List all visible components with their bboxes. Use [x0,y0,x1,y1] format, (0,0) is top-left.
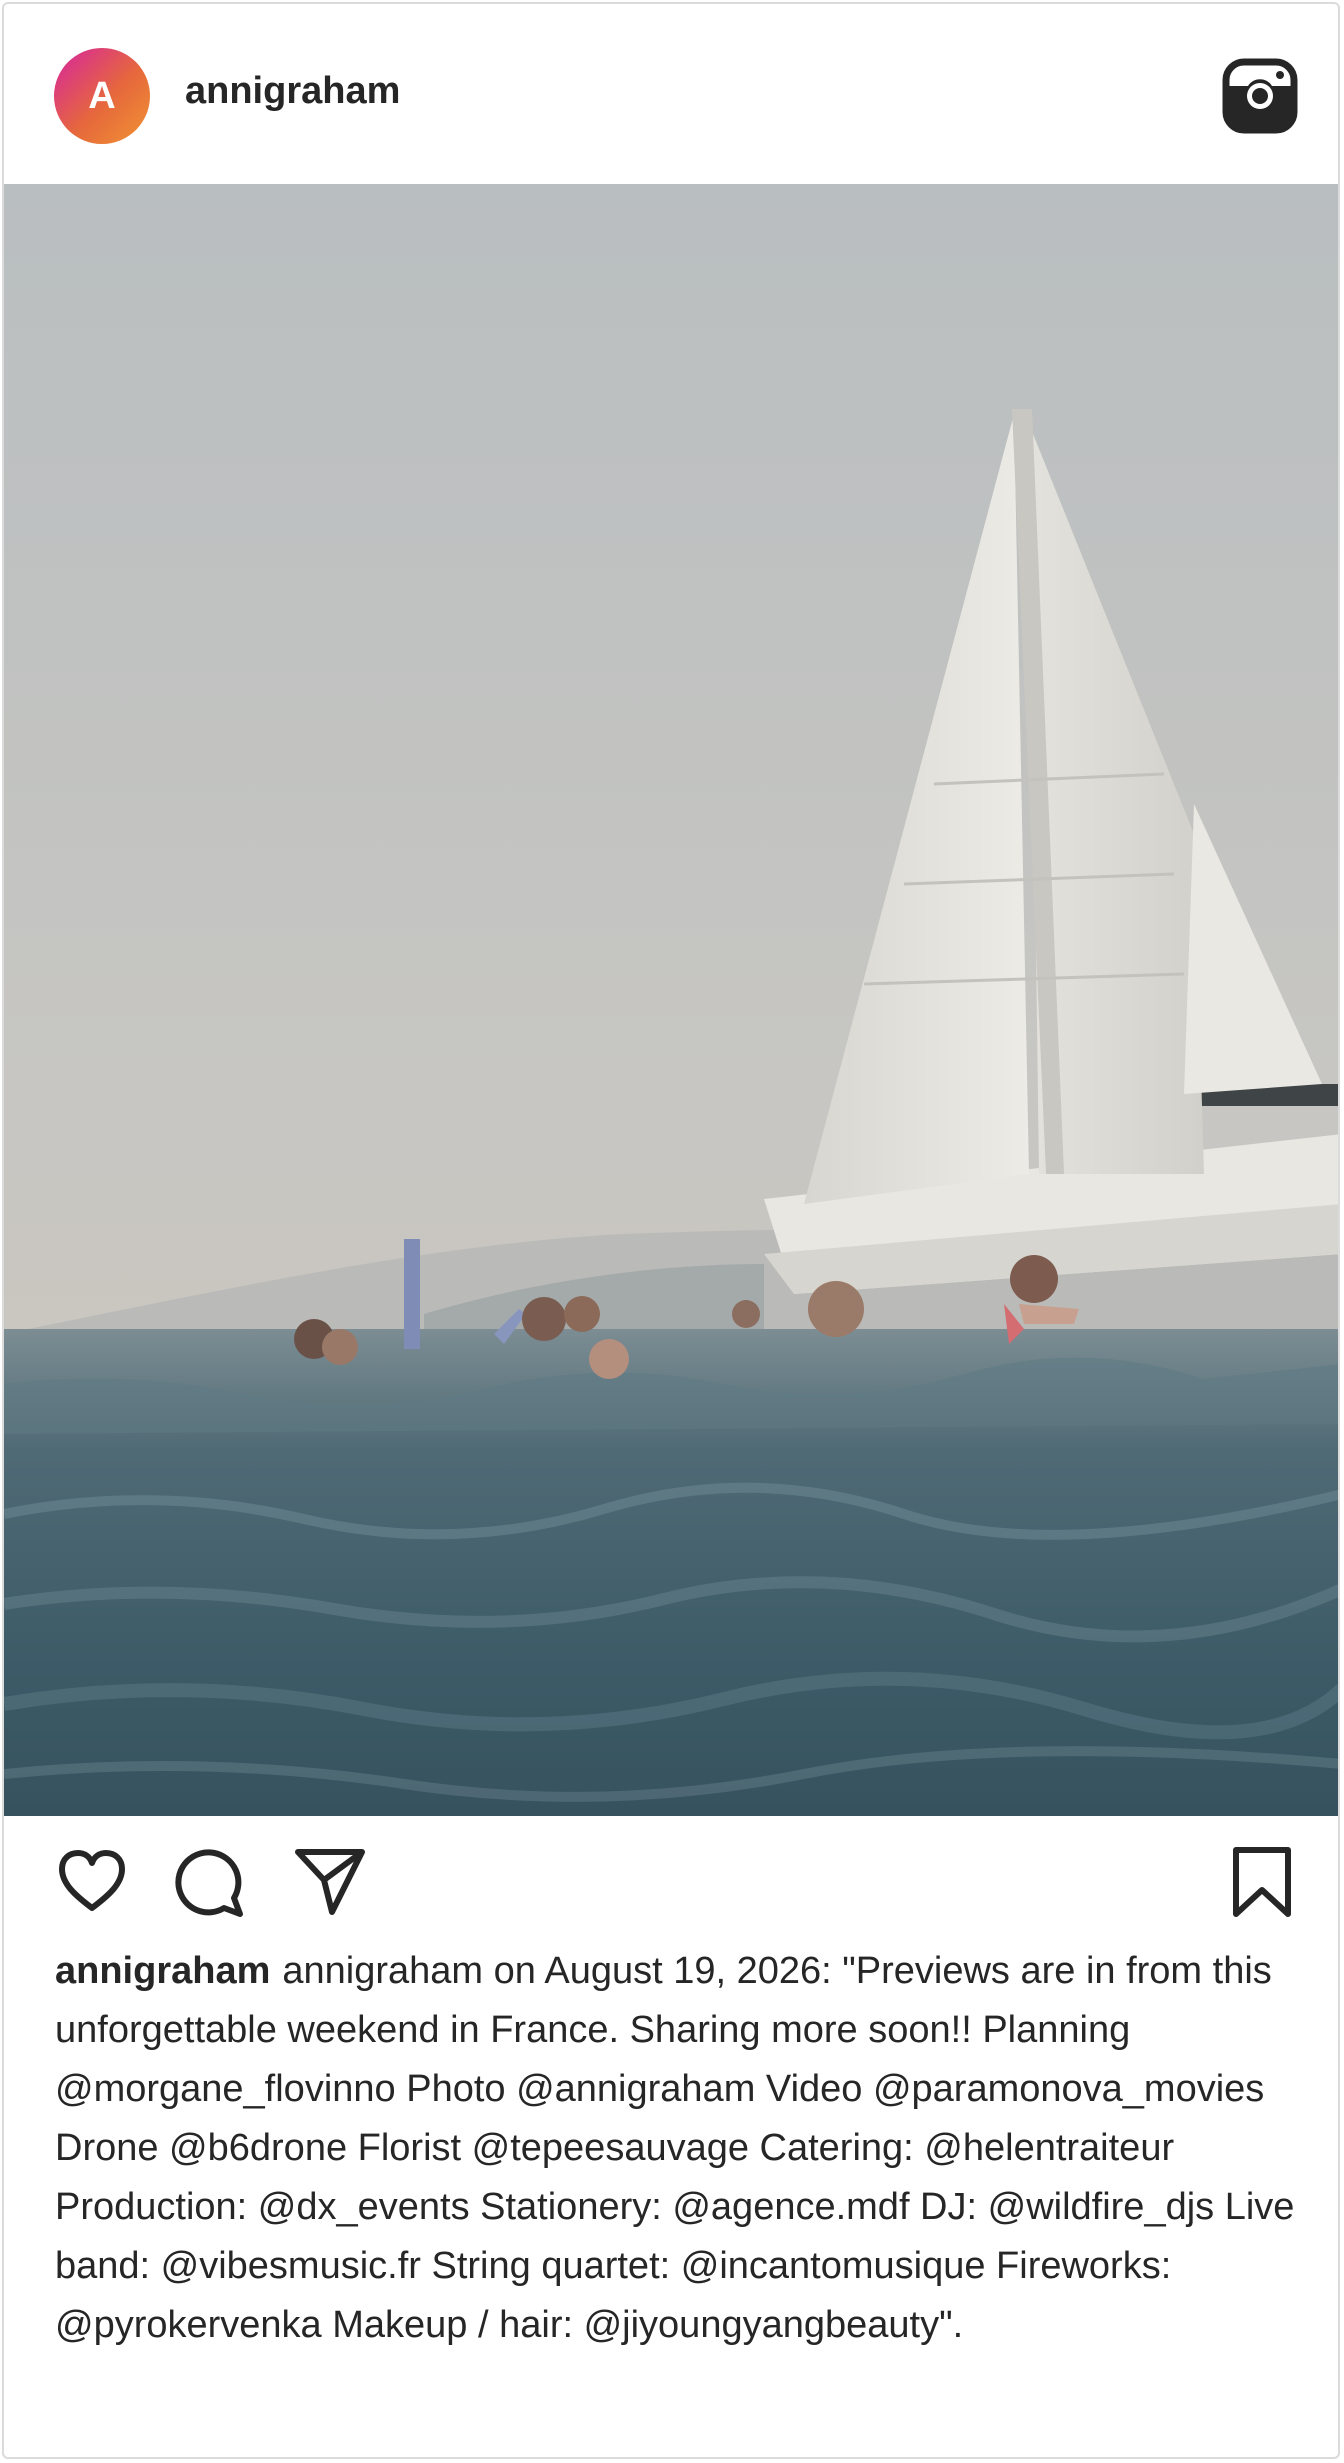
instagram-icon[interactable] [1222,58,1298,134]
share-icon[interactable] [294,1846,366,1918]
post-actions [4,1846,1338,1926]
post-header: A annigraham [4,4,1338,184]
photo-sailboat-swimmers[interactable] [4,184,1338,1816]
comment-icon[interactable] [174,1846,246,1918]
instagram-embed-card: A annigraham annigraham annigraham on Au… [2,2,1340,2459]
caption-username[interactable]: annigraham [55,1950,270,1992]
bookmark-icon[interactable] [1226,1846,1298,1918]
avatar-initial: A [88,74,116,117]
post-caption: annigraham annigraham on August 19, 2026:… [55,1942,1295,2355]
heart-icon[interactable] [56,1846,128,1918]
username-link[interactable]: annigraham [185,70,400,113]
caption-text: annigraham on August 19, 2026: "Previews… [55,1950,1295,2346]
avatar[interactable]: A [54,48,150,144]
